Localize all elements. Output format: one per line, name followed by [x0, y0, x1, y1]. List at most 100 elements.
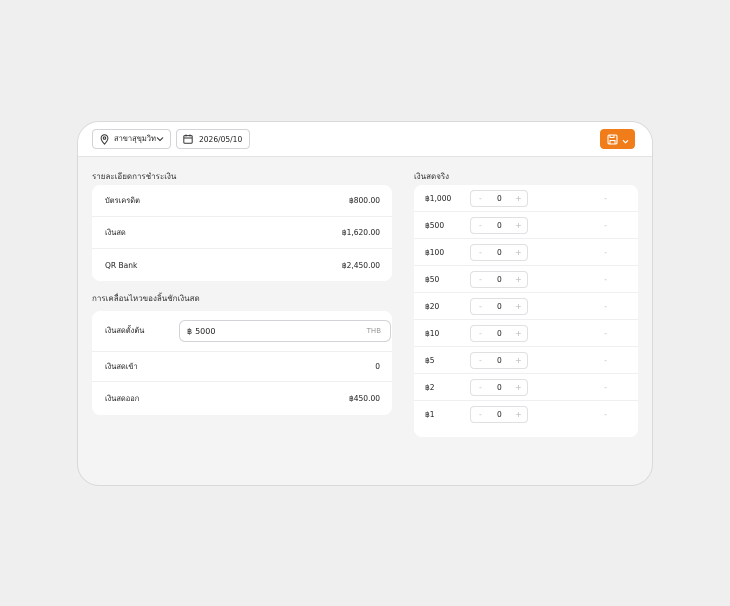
denomination-row: ฿10 - 0 + -	[414, 320, 638, 347]
decrement-button[interactable]: -	[479, 248, 482, 257]
denomination-total: -	[604, 221, 607, 230]
denomination-total: -	[604, 383, 607, 392]
quantity-stepper[interactable]: - 0 +	[470, 352, 528, 369]
decrement-button[interactable]: -	[479, 410, 482, 419]
chevron-down-icon	[622, 130, 629, 149]
currency-prefix: ฿	[187, 326, 193, 336]
payment-method-label: เงินสด	[105, 227, 126, 237]
denomination-label: ฿100	[425, 248, 445, 257]
denomination-row: ฿1 - 0 + -	[414, 401, 638, 428]
quantity-stepper[interactable]: - 0 +	[470, 379, 528, 396]
decrement-button[interactable]: -	[479, 329, 482, 338]
payment-amount: ฿1,620.00	[341, 228, 380, 237]
decrement-button[interactable]: -	[479, 275, 482, 284]
quantity-value[interactable]: 0	[497, 221, 502, 230]
decrement-button[interactable]: -	[479, 221, 482, 230]
branch-label: สาขาสุขุมวิท	[114, 134, 156, 143]
chevron-down-icon	[156, 135, 164, 145]
quantity-value[interactable]: 0	[497, 410, 502, 419]
list-item: เงินสดเข้า 0	[92, 352, 392, 382]
payment-details-title: รายละเอียดการชำระเงิน	[92, 172, 177, 181]
cash-out-label: เงินสดออก	[105, 393, 140, 403]
denomination-label: ฿1	[425, 410, 435, 419]
quantity-stepper[interactable]: - 0 +	[470, 325, 528, 342]
denomination-total: -	[604, 194, 607, 203]
date-picker[interactable]: 2026/05/10	[176, 129, 250, 149]
denomination-total: -	[604, 302, 607, 311]
quantity-stepper[interactable]: - 0 +	[470, 217, 528, 234]
denomination-row: ฿20 - 0 + -	[414, 293, 638, 320]
denomination-row: ฿5 - 0 + -	[414, 347, 638, 374]
list-item: เงินสดออก ฿450.00	[92, 382, 392, 415]
denomination-row: ฿100 - 0 + -	[414, 239, 638, 266]
cash-in-value: 0	[375, 362, 380, 371]
calendar-icon	[183, 134, 193, 144]
branch-select[interactable]: สาขาสุขุมวิท	[92, 129, 171, 149]
denomination-label: ฿2	[425, 383, 435, 392]
increment-button[interactable]: +	[515, 194, 522, 203]
denomination-label: ฿20	[425, 302, 440, 311]
denomination-label: ฿10	[425, 329, 440, 338]
actual-cash-title: เงินสดจริง	[414, 172, 450, 181]
list-item: เงินสด ฿1,620.00	[92, 217, 392, 249]
payment-method-label: บัตรเครดิต	[105, 195, 141, 205]
denomination-row: ฿1,000 - 0 + -	[414, 185, 638, 212]
list-item: เงินสดตั้งต้น ฿ 5000 THB	[92, 311, 392, 352]
quantity-value[interactable]: 0	[497, 329, 502, 338]
date-value: 2026/05/10	[199, 134, 243, 144]
denomination-row: ฿500 - 0 + -	[414, 212, 638, 239]
list-item: QR Bank ฿2,450.00	[92, 249, 392, 281]
payment-amount: ฿2,450.00	[341, 260, 380, 270]
denomination-label: ฿5	[425, 356, 435, 365]
increment-button[interactable]: +	[515, 302, 522, 311]
denomination-total: -	[604, 410, 607, 419]
quantity-value[interactable]: 0	[497, 302, 502, 311]
quantity-value[interactable]: 0	[497, 383, 502, 392]
decrement-button[interactable]: -	[479, 356, 482, 365]
quantity-stepper[interactable]: - 0 +	[470, 190, 528, 207]
increment-button[interactable]: +	[515, 221, 522, 230]
denomination-row: ฿2 - 0 + -	[414, 374, 638, 401]
denomination-total: -	[604, 275, 607, 284]
opening-cash-input[interactable]: ฿ 5000 THB	[179, 320, 391, 342]
decrement-button[interactable]: -	[479, 194, 482, 203]
increment-button[interactable]: +	[515, 356, 522, 365]
location-pin-icon	[99, 133, 109, 145]
cash-drawer-card: เงินสดตั้งต้น ฿ 5000 THB เงินสดเข้า 0 เง…	[92, 311, 392, 415]
denomination-total: -	[604, 329, 607, 338]
save-button[interactable]	[600, 129, 635, 149]
cash-out-value: ฿450.00	[348, 394, 380, 403]
opening-cash-label: เงินสดตั้งต้น	[105, 326, 145, 335]
cash-in-label: เงินสดเข้า	[105, 361, 138, 371]
increment-button[interactable]: +	[515, 248, 522, 257]
increment-button[interactable]: +	[515, 275, 522, 284]
payment-method-label: QR Bank	[105, 260, 138, 270]
quantity-stepper[interactable]: - 0 +	[470, 298, 528, 315]
quantity-value[interactable]: 0	[497, 248, 502, 257]
denomination-label: ฿1,000	[425, 194, 452, 203]
save-icon	[606, 130, 618, 149]
quantity-value[interactable]: 0	[497, 194, 502, 203]
denomination-label: ฿500	[425, 221, 445, 230]
currency-unit: THB	[366, 327, 381, 335]
actual-cash-card: ฿1,000-0 + - ฿500-0 + - ฿100-0 + - ฿50-0 + - ฿20-0 + -…	[414, 185, 638, 437]
cash-count-panel: สาขาสุขุมวิท 2026/05/10 รายละเอียดการชำร…	[77, 121, 653, 486]
quantity-value[interactable]: 0	[497, 356, 502, 365]
decrement-button[interactable]: -	[479, 302, 482, 311]
cash-drawer-title: การเคลื่อนไหวของลิ้นชักเงินสด	[92, 294, 200, 303]
increment-button[interactable]: +	[515, 410, 522, 419]
quantity-stepper[interactable]: - 0 +	[470, 271, 528, 288]
denomination-row: ฿50 - 0 + -	[414, 266, 638, 293]
increment-button[interactable]: +	[515, 383, 522, 392]
quantity-value[interactable]: 0	[497, 275, 502, 284]
payment-amount: ฿800.00	[348, 196, 380, 205]
top-toolbar: สาขาสุขุมวิท 2026/05/10	[78, 122, 652, 157]
quantity-stepper[interactable]: - 0 +	[470, 244, 528, 261]
denomination-label: ฿50	[425, 275, 440, 284]
decrement-button[interactable]: -	[479, 383, 482, 392]
denomination-total: -	[604, 248, 607, 257]
denomination-total: -	[604, 356, 607, 365]
list-item: บัตรเครดิต ฿800.00	[92, 185, 392, 217]
quantity-stepper[interactable]: - 0 +	[470, 406, 528, 423]
increment-button[interactable]: +	[515, 329, 522, 338]
